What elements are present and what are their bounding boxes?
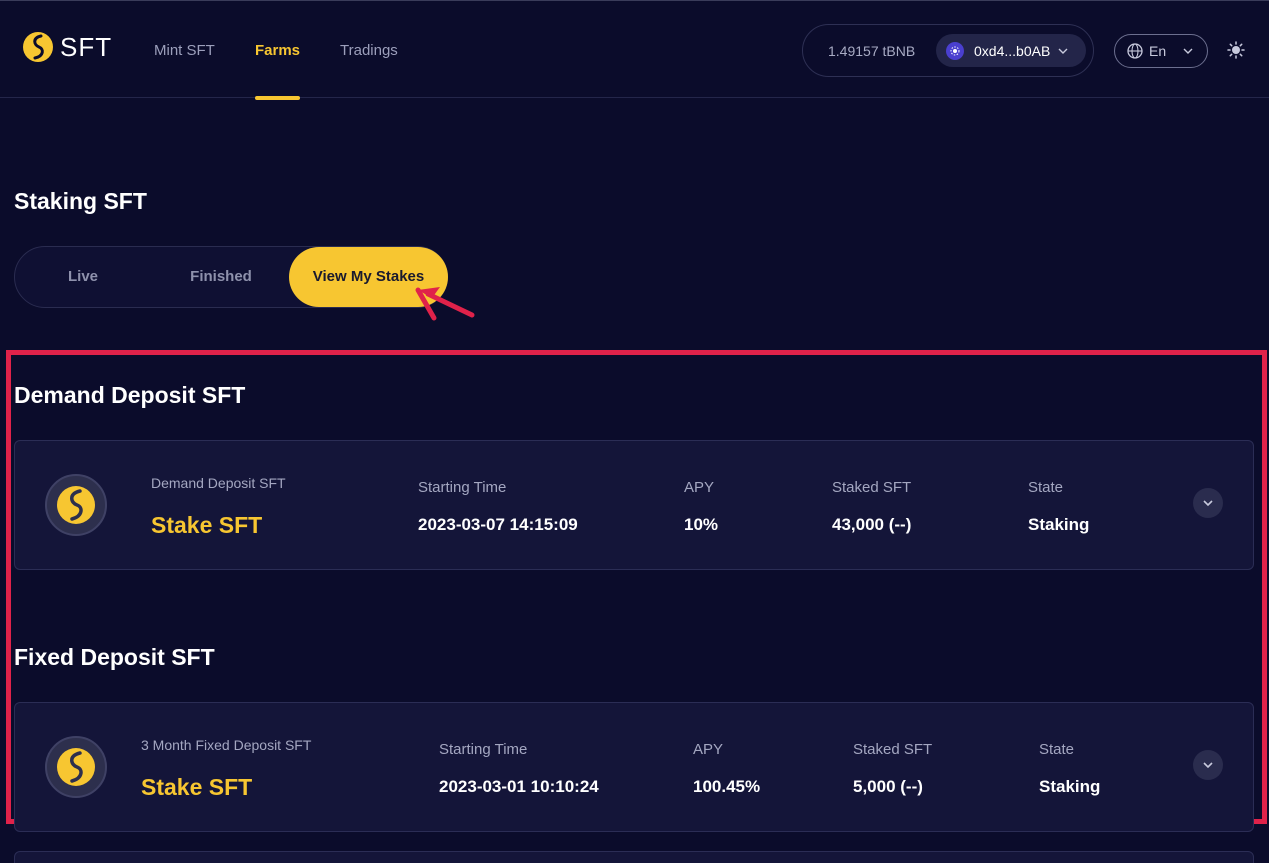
state-value: Staking (1039, 777, 1101, 796)
state-label: State (1028, 479, 1064, 496)
apy-label: APY (684, 479, 715, 496)
wallet-address: 0xd4...b0AB (974, 42, 1051, 59)
staked-sft-label: Staked SFT (832, 479, 912, 496)
starting-time-label: Starting Time (439, 741, 528, 758)
pool-name: Demand Deposit SFT (151, 475, 286, 491)
logo-text: SFT (60, 31, 113, 62)
sun-icon[interactable] (1227, 41, 1245, 59)
page-title: Staking SFT (14, 188, 147, 214)
globe-icon (1127, 43, 1143, 59)
chevron-down-icon (1183, 48, 1193, 54)
nav-farms[interactable]: Farms (255, 42, 300, 59)
wallet-widget: 1.49157 tBNB 0xd4...b0AB (802, 24, 1094, 77)
chevron-down-icon (1203, 500, 1213, 507)
apy-value: 100.45% (693, 777, 761, 796)
stake-sft-link[interactable]: Stake SFT (141, 774, 252, 801)
stake-card-fixed: 3 Month Fixed Deposit SFT Stake SFT Star… (14, 702, 1254, 832)
top-navbar: SFT Mint SFT Farms Tradings 1.49157 tBNB… (0, 0, 1269, 100)
logo[interactable]: SFT (22, 31, 112, 63)
staked-sft-label: Staked SFT (853, 741, 933, 758)
active-nav-indicator (255, 96, 300, 100)
state-label: State (1039, 741, 1075, 758)
stake-card-partial (14, 851, 1254, 863)
stake-filter-tabs: Live Finished View My Stakes (14, 246, 448, 308)
section-title-demand: Demand Deposit SFT (14, 382, 246, 408)
expand-card-button[interactable] (1193, 750, 1223, 780)
starting-time-value: 2023-03-01 10:10:24 (439, 777, 599, 796)
nav-mint-sft[interactable]: Mint SFT (154, 42, 215, 59)
starting-time-value: 2023-03-07 14:15:09 (418, 515, 578, 534)
wallet-address-button[interactable]: 0xd4...b0AB (936, 34, 1086, 67)
staked-sft-value: 5,000 (--) (853, 777, 923, 796)
apy-value: 10% (684, 515, 719, 534)
language-selector[interactable]: En (1114, 34, 1208, 68)
section-title-fixed: Fixed Deposit SFT (14, 644, 215, 670)
sft-coin-icon (45, 736, 107, 798)
apy-label: APY (693, 741, 724, 758)
chevron-down-icon (1203, 762, 1213, 769)
staked-sft-value: 43,000 (--) (832, 515, 912, 534)
starting-time-label: Starting Time (418, 479, 507, 496)
chevron-down-icon (1058, 48, 1068, 54)
expand-card-button[interactable] (1193, 488, 1223, 518)
wallet-network-icon (946, 41, 964, 60)
language-label: En (1149, 43, 1167, 59)
sft-logo-icon (23, 32, 53, 62)
state-value: Staking (1028, 515, 1090, 534)
annotation-arrow-icon (415, 287, 475, 321)
stake-sft-link[interactable]: Stake SFT (151, 512, 262, 539)
wallet-balance: 1.49157 tBNB (828, 43, 916, 59)
tab-finished[interactable]: Finished (151, 247, 291, 307)
tab-live[interactable]: Live (15, 247, 151, 307)
stake-card-demand: Demand Deposit SFT Stake SFT Starting Ti… (14, 440, 1254, 570)
sft-coin-icon (45, 474, 107, 536)
nav-tradings[interactable]: Tradings (340, 42, 398, 59)
pool-name: 3 Month Fixed Deposit SFT (141, 737, 312, 753)
